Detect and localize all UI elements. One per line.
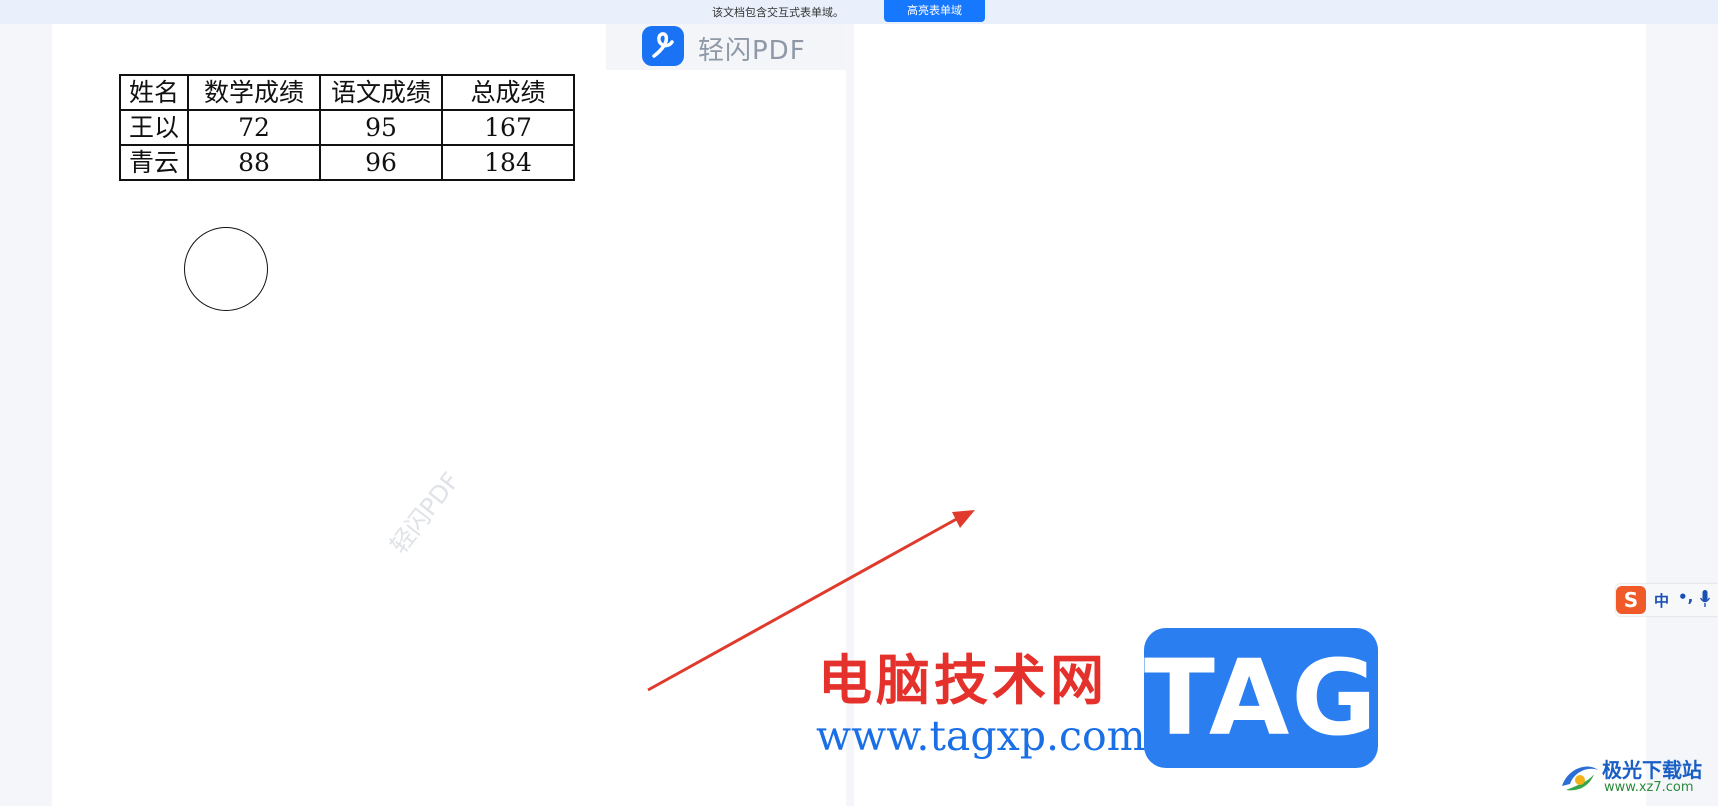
form-notice-bar: 该文档包含交互式表单域。 高亮表单域 bbox=[0, 0, 1718, 24]
corner-site-url: www.xz7.com bbox=[1604, 780, 1694, 795]
table-cell: 167 bbox=[441, 109, 575, 146]
circle-shape[interactable] bbox=[184, 227, 268, 311]
ime-logo-icon[interactable]: S bbox=[1616, 586, 1646, 614]
table-row: 王以 72 95 167 bbox=[119, 109, 575, 146]
table-cell: 184 bbox=[441, 144, 575, 181]
table-header-row: 姓名 数学成绩 语文成绩 总成绩 bbox=[119, 74, 575, 111]
brand-header: 轻闪PDF bbox=[606, 24, 846, 70]
tag-logo: TAG bbox=[1144, 628, 1378, 768]
table-row: 青云 88 96 184 bbox=[119, 144, 575, 181]
site-title: 电脑技术网 bbox=[818, 649, 1108, 712]
table-header-cell: 语文成绩 bbox=[319, 74, 443, 111]
table-cell: 96 bbox=[319, 144, 443, 181]
highlight-fields-button[interactable]: 高亮表单域 bbox=[884, 0, 985, 22]
form-notice-text: 该文档包含交互式表单域。 bbox=[712, 6, 844, 19]
table-header-cell: 姓名 bbox=[119, 74, 189, 111]
table-cell: 青云 bbox=[119, 144, 189, 181]
corner-site-logo: 极光下载站 www.xz7.com bbox=[1556, 752, 1718, 802]
table-header-cell: 数学成绩 bbox=[187, 74, 321, 111]
ime-toolbar[interactable]: S 中 •, bbox=[1616, 584, 1718, 616]
table-header-cell: 总成绩 bbox=[441, 74, 575, 111]
brand-name: 轻闪PDF bbox=[698, 36, 806, 66]
table-cell: 95 bbox=[319, 109, 443, 146]
table-cell: 72 bbox=[187, 109, 321, 146]
table-cell: 王以 bbox=[119, 109, 189, 146]
aurora-swirl-icon bbox=[1562, 766, 1598, 791]
ime-punctuation-toggle[interactable]: •, bbox=[1678, 588, 1693, 606]
ime-mode-toggle[interactable]: 中 bbox=[1654, 590, 1669, 611]
score-table: 姓名 数学成绩 语文成绩 总成绩 王以 72 95 167 青云 88 96 1… bbox=[119, 74, 575, 181]
corner-site-name: 极光下载站 bbox=[1602, 758, 1702, 782]
brand-logo-icon bbox=[642, 26, 684, 66]
microphone-icon[interactable] bbox=[1700, 590, 1710, 608]
site-url: www.tagxp.com bbox=[816, 712, 1146, 760]
table-cell: 88 bbox=[187, 144, 321, 181]
